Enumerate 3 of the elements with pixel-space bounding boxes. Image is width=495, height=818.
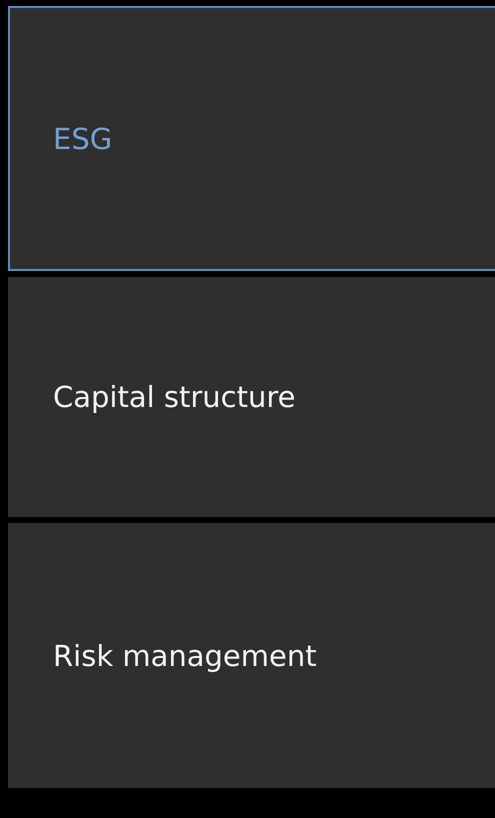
option-tile[interactable]: Capital structure (8, 277, 495, 517)
option-tile[interactable]: ESG (8, 6, 495, 271)
option-tile[interactable]: Risk management (8, 523, 495, 788)
